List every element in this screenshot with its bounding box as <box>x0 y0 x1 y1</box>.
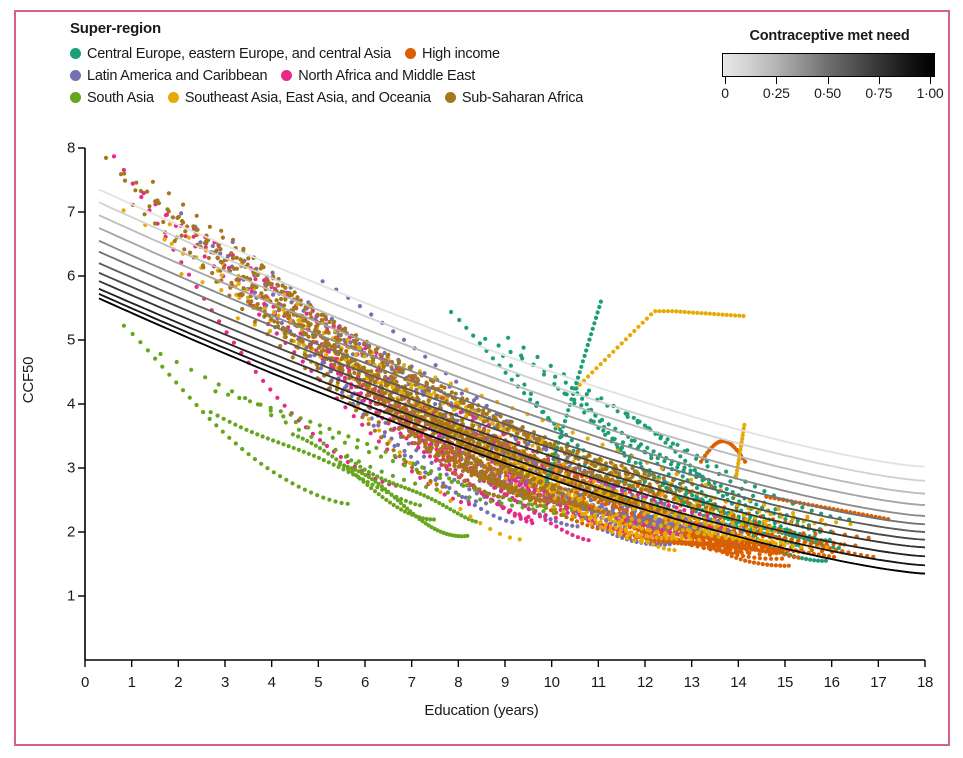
legend-item-latin-america-and-caribbean[interactable]: Latin America and Caribbean <box>70 67 268 84</box>
legend-item-label: Southeast Asia, East Asia, and Oceania <box>184 89 431 106</box>
legend-item-label: South Asia <box>87 89 154 106</box>
colorbar-tick-label: 1·00 <box>916 85 944 101</box>
legend-item-label: Central Europe, eastern Europe, and cent… <box>87 45 391 62</box>
legend-dot-icon <box>444 92 456 103</box>
legend-rows: Central Europe, eastern Europe, and cent… <box>70 43 710 108</box>
legend-dot-icon <box>70 70 81 81</box>
legend-item-label: Sub-Saharan Africa <box>461 89 584 106</box>
legend-dot-icon <box>404 48 416 59</box>
legend-item-south-asia[interactable]: South Asia <box>70 90 154 106</box>
legend-title: Super-region <box>70 20 161 37</box>
colorbar-tick <box>725 77 726 84</box>
legend-item-label: High income <box>421 45 500 62</box>
legend-row: Central Europe, eastern Europe, and cent… <box>70 43 710 64</box>
figure-container: Super-region Central Europe, eastern Eur… <box>0 0 963 758</box>
colorbar-tick-label: 0·50 <box>814 85 841 101</box>
super-region-legend: Super-region Central Europe, eastern Eur… <box>70 20 710 109</box>
colorbar-tick <box>930 77 931 84</box>
contraceptive-met-need-colorbar: Contraceptive met need 0 0·25 0·50 0·75 1·00 <box>721 28 943 103</box>
colorbar-tick <box>827 77 829 84</box>
colorbar-tick-labels: 0 0·25 0·50 0·75 1·00 <box>721 85 943 103</box>
colorbar-title: Contraceptive met need <box>749 28 910 44</box>
colorbar-tick <box>878 77 880 84</box>
figure-border <box>14 10 950 746</box>
legend-item-southeast-asia-east-asia-and-oceania[interactable]: Southeast Asia, East Asia, and Oceania <box>167 89 431 106</box>
legend-item-high-income[interactable]: High income <box>404 45 500 62</box>
legend-item-central-europe-eastern-europe-and-central-asia[interactable]: Central Europe, eastern Europe, and cent… <box>70 46 391 62</box>
legend-item-north-africa-and-middle-east[interactable]: North Africa and Middle East <box>281 68 475 84</box>
colorbar-ticks <box>722 77 937 84</box>
legend-row: Latin America and Caribbean North Africa … <box>70 65 710 86</box>
colorbar-tick <box>776 77 778 84</box>
legend-row: South Asia Southeast Asia, East Asia, and… <box>70 87 710 108</box>
colorbar-tick-label: 0 <box>721 85 729 101</box>
legend-item-sub-saharan-africa[interactable]: Sub-Saharan Africa <box>444 89 584 106</box>
legend-dot-icon <box>70 48 81 59</box>
colorbar-tick-label: 0·25 <box>762 85 790 101</box>
colorbar-gradient <box>722 53 935 77</box>
legend-dot-icon <box>70 92 81 103</box>
colorbar-tick-label: 0·75 <box>865 85 893 101</box>
legend-dot-icon <box>167 92 179 103</box>
legend-item-label: Latin America and Caribbean <box>87 67 268 84</box>
legend-item-label: North Africa and Middle East <box>298 67 476 84</box>
legend-dot-icon <box>281 70 293 81</box>
